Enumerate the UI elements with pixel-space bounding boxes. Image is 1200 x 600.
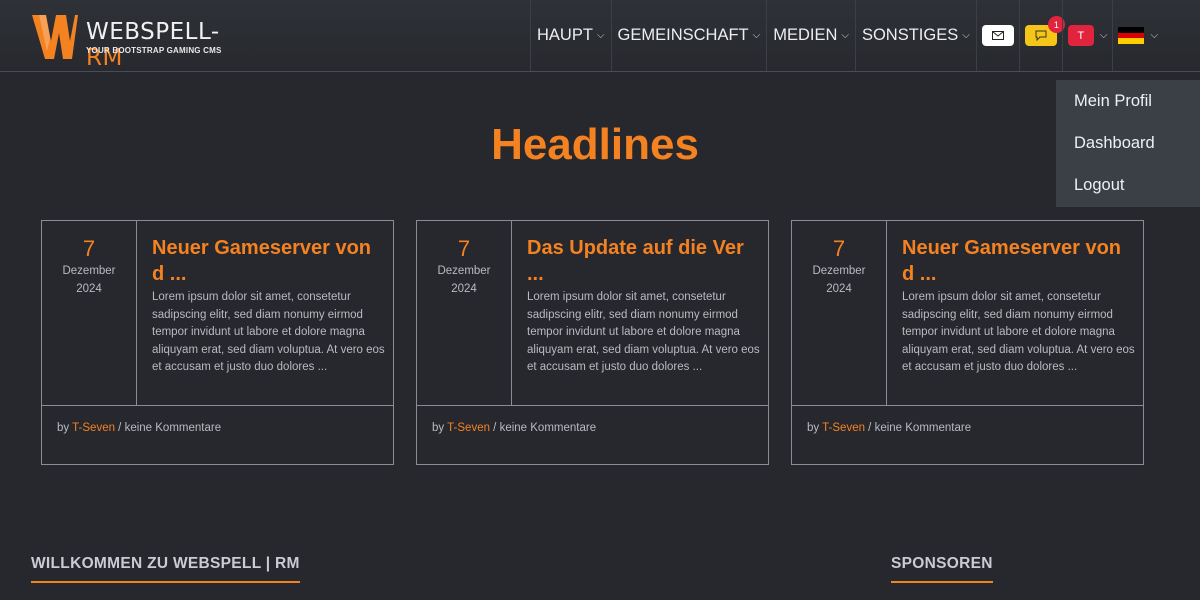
news-card[interactable]: 7 Dezember 2024 Neuer Gameserver von d .…: [791, 220, 1144, 465]
brand-tagline: YOUR BOOTSTRAP GAMING CMS: [86, 46, 222, 55]
envelope-icon: [991, 31, 1004, 40]
language-menu[interactable]: ⌵: [1112, 0, 1158, 71]
chat-bubble-icon: [1035, 30, 1047, 41]
news-title[interactable]: Neuer Gameserver von d ...: [152, 235, 388, 287]
chevron-down-icon: ⌵: [841, 30, 849, 41]
messages-nav: 1: [1018, 0, 1065, 71]
news-body: Das Update auf die Ver ... Lorem ipsum d…: [527, 235, 763, 377]
news-excerpt: Lorem ipsum dolor sit amet, consetetur s…: [527, 291, 760, 373]
news-year: 2024: [76, 283, 102, 295]
news-month: Dezember: [812, 265, 866, 277]
brand-logo[interactable]: WEBSPELL-RM YOUR BOOTSTRAP GAMING CMS: [30, 11, 240, 71]
news-month: Dezember: [437, 265, 491, 277]
news-by: by: [432, 422, 445, 434]
news-author-link[interactable]: T-Seven: [72, 422, 115, 434]
news-body: Neuer Gameserver von d ... Lorem ipsum d…: [902, 235, 1138, 377]
webspell-logo-icon: [32, 15, 78, 59]
chevron-down-icon: ⌵: [1150, 30, 1159, 41]
news-comments[interactable]: / keine Kommentare: [490, 422, 596, 434]
welcome-heading: WILLKOMMEN ZU WEBSPELL | RM: [31, 555, 300, 583]
news-footer: by T-Seven / keine Kommentare: [42, 405, 393, 464]
news-footer: by T-Seven / keine Kommentare: [792, 405, 1143, 464]
page-title: Headlines: [491, 120, 699, 169]
german-flag-icon: [1118, 27, 1145, 45]
nav-item-label: GEMEINSCHAFT: [617, 26, 749, 44]
news-day: 7: [82, 236, 96, 261]
news-day: 7: [832, 236, 846, 261]
news-footer: by T-Seven / keine Kommentare: [417, 405, 768, 464]
news-excerpt: Lorem ipsum dolor sit amet, consetetur s…: [152, 291, 385, 373]
news-month: Dezember: [62, 265, 116, 277]
mail-button[interactable]: [981, 25, 1014, 46]
chevron-down-icon: ⌵: [752, 30, 761, 41]
navbar: WEBSPELL-RM YOUR BOOTSTRAP GAMING CMS HA…: [0, 0, 1200, 72]
menu-item-logout[interactable]: Logout: [1056, 172, 1200, 214]
news-year: 2024: [826, 283, 852, 295]
nav-item-label: SONSTIGES: [861, 26, 959, 44]
nav-item-label: MEDIEN: [773, 26, 838, 44]
mail-nav: [975, 0, 1019, 71]
news-day: 7: [457, 236, 471, 261]
news-by: by: [807, 422, 820, 434]
chevron-down-icon: ⌵: [1099, 30, 1108, 41]
user-menu[interactable]: T ⌵: [1061, 0, 1113, 71]
news-comments[interactable]: / keine Kommentare: [865, 422, 971, 434]
news-title[interactable]: Das Update auf die Ver ...: [527, 235, 763, 287]
news-author-link[interactable]: T-Seven: [822, 422, 865, 434]
news-card[interactable]: 7 Dezember 2024 Das Update auf die Ver .…: [416, 220, 769, 465]
news-author-link[interactable]: T-Seven: [447, 422, 490, 434]
news-date: 7 Dezember 2024: [417, 221, 512, 405]
news-title[interactable]: Neuer Gameserver von d ...: [902, 235, 1138, 287]
nav-item-gemeinschaft[interactable]: GEMEINSCHAFT ⌵: [610, 0, 767, 71]
news-date: 7 Dezember 2024: [792, 221, 887, 405]
nav-item-sonstiges[interactable]: SONSTIGES ⌵: [854, 0, 976, 71]
news-excerpt: Lorem ipsum dolor sit amet, consetetur s…: [902, 291, 1135, 373]
news-year: 2024: [451, 283, 477, 295]
nav-item-label: HAUPT: [537, 26, 593, 44]
chevron-down-icon: ⌵: [596, 30, 605, 41]
news-card[interactable]: 7 Dezember 2024 Neuer Gameserver von d .…: [41, 220, 394, 465]
chevron-down-icon: ⌵: [962, 30, 970, 41]
news-comments[interactable]: / keine Kommentare: [115, 422, 221, 434]
brand-name: WEBSPELL-RM: [86, 19, 220, 71]
news-date: 7 Dezember 2024: [42, 221, 137, 405]
news-body: Neuer Gameserver von d ... Lorem ipsum d…: [152, 235, 388, 377]
user-avatar: T: [1067, 25, 1094, 46]
nav-item-medien[interactable]: MEDIEN ⌵: [766, 0, 855, 71]
main-nav: HAUPT ⌵ GEMEINSCHAFT ⌵ MEDIEN ⌵ SONSTIGE…: [530, 0, 1158, 71]
news-by: by: [57, 422, 70, 434]
sponsors-heading: SPONSOREN: [891, 555, 993, 583]
nav-item-haupt[interactable]: HAUPT ⌵: [530, 0, 611, 71]
